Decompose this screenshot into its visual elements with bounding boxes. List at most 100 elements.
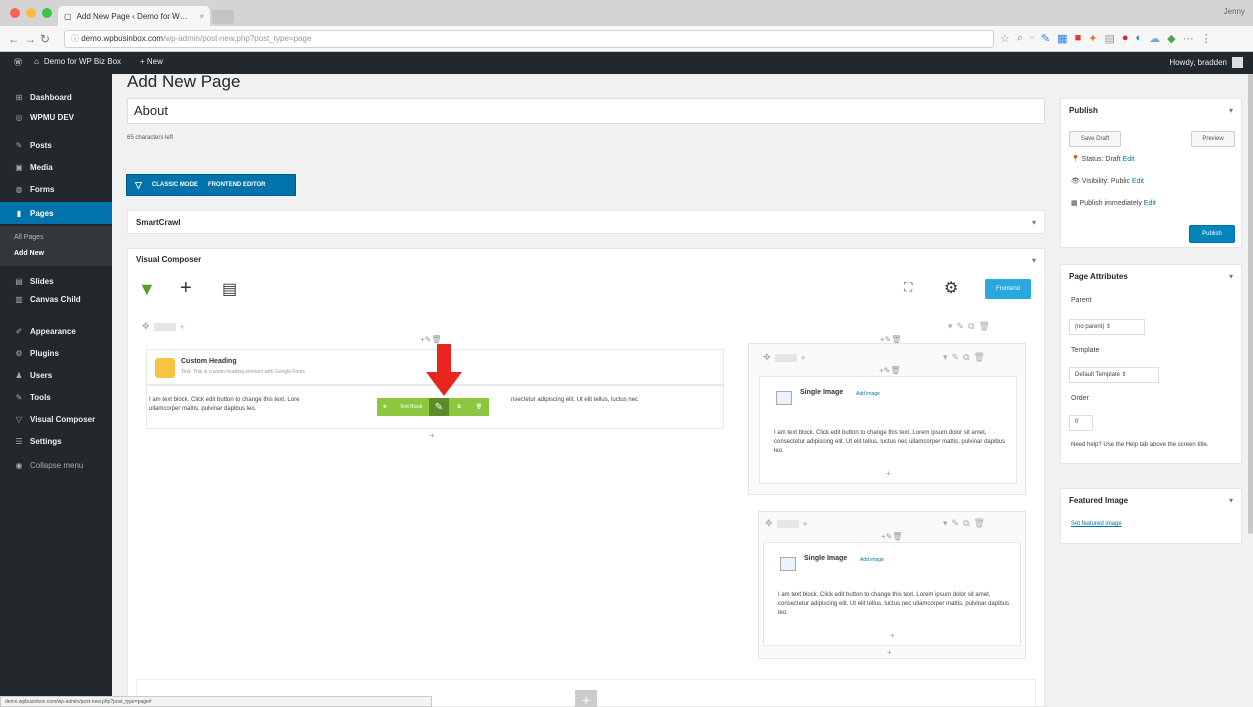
trash-icon[interactable]: 🗑 (974, 352, 985, 363)
copy-icon[interactable]: ⧉ (968, 321, 974, 332)
admin-bar-new[interactable]: + New (140, 57, 163, 66)
submenu-add-new[interactable]: Add New (14, 250, 44, 257)
single-image-element[interactable]: Single Image Add image I am text block. … (759, 376, 1017, 484)
gear-icon[interactable]: ⚙ (944, 278, 958, 298)
publish-button[interactable]: Publish (1189, 225, 1235, 243)
set-featured-image-link[interactable]: Set featured image (1071, 521, 1122, 527)
chevron-down-icon[interactable]: ▾ (943, 518, 948, 529)
chevron-down-icon[interactable]: ▾ (943, 352, 948, 363)
toggle-arrow-icon[interactable]: ▾ (1229, 272, 1233, 281)
new-tab-button[interactable] (212, 10, 234, 24)
address-bar[interactable]: ⓘ demo.wpbusinbox.com/wp-admin/post-new.… (64, 30, 994, 48)
single-image-element[interactable]: Single Image Add image I am text block. … (763, 542, 1021, 646)
trash-icon[interactable]: 🗑 (431, 335, 441, 344)
back-arrow-icon[interactable]: ← (8, 32, 20, 46)
add-image-link[interactable]: Add image (860, 557, 884, 563)
save-draft-button[interactable]: Save Draft (1069, 131, 1121, 147)
star-bookmark-icon[interactable]: ☆ (1000, 32, 1010, 45)
edit-status-link[interactable]: Edit (1123, 156, 1135, 163)
move-icon[interactable]: ✥ (142, 321, 150, 332)
smartcrawl-box[interactable]: SmartCrawl ▾ (127, 210, 1045, 234)
edit-date-link[interactable]: Edit (1144, 200, 1156, 207)
edit-visibility-link[interactable]: Edit (1132, 178, 1144, 185)
grid-extension-icon[interactable]: ▤ (1104, 32, 1114, 45)
page-scrollbar[interactable] (1248, 74, 1253, 534)
toggle-arrow-icon[interactable]: ▾ (1032, 218, 1036, 227)
sidebar-item-canvas-child[interactable]: ▥ Canvas Child (0, 288, 112, 310)
add-column-icon[interactable]: + (803, 519, 808, 529)
sidebar-item-wpmu-dev[interactable]: ◎ WPMU DEV (0, 106, 112, 128)
browser-tab[interactable]: ▢ Add New Page ‹ Demo for W… × (58, 6, 210, 26)
maximize-window-icon[interactable] (42, 8, 52, 18)
frontend-editor-button[interactable]: FRONTEND EDITOR (208, 182, 266, 188)
blue-extension-icon[interactable]: ◐ (1136, 32, 1143, 45)
add-row-button[interactable]: + (575, 690, 597, 707)
sidebar-item-posts[interactable]: ✎ Posts (0, 134, 112, 156)
column-layout-icon[interactable] (776, 519, 799, 528)
trash-icon[interactable]: 🗑 (892, 532, 902, 541)
minimize-window-icon[interactable] (26, 8, 36, 18)
edit-pencil-icon[interactable]: ✎ (429, 398, 449, 416)
sidebar-item-pages[interactable]: ▮ Pages (0, 202, 112, 224)
toggle-arrow-icon[interactable]: ▾ (1229, 106, 1233, 115)
add-element-below-icon[interactable]: + (886, 469, 891, 478)
copy-icon[interactable]: ⧉ (963, 352, 969, 363)
add-element-below-icon[interactable]: + (430, 431, 435, 440)
toggle-arrow-icon[interactable]: ▾ (1032, 256, 1036, 265)
pencil-icon[interactable]: ✎ (952, 352, 960, 363)
sidebar-item-tools[interactable]: ✎ Tools (0, 386, 112, 408)
post-title-input[interactable]: About (127, 98, 1045, 124)
fullscreen-icon[interactable]: ⛶ (904, 280, 912, 295)
pencil-extension-icon[interactable]: ✎ (1041, 32, 1050, 45)
reload-icon[interactable]: ↻ (40, 32, 50, 46)
more-extensions-icon[interactable]: ⋯ (1183, 32, 1194, 45)
sidebar-item-visual-composer[interactable]: ▽ Visual Composer (0, 408, 112, 430)
sidebar-item-media[interactable]: ▣ Media (0, 156, 112, 178)
column-layout-icon[interactable] (774, 353, 797, 362)
close-tab-icon[interactable]: × (199, 12, 204, 21)
column-layout-icon[interactable] (153, 322, 176, 331)
table-extension-icon[interactable]: ▦ (1057, 32, 1067, 45)
sidebar-item-forms[interactable]: ◍ Forms (0, 178, 112, 200)
forward-arrow-icon[interactable]: → (24, 32, 36, 46)
sidebar-item-dashboard[interactable]: ⊞ Dashboard (0, 86, 112, 108)
add-element-icon[interactable]: + (180, 277, 192, 300)
trash-icon[interactable]: 🗑 (979, 321, 990, 332)
move-icon[interactable]: ✥ (763, 352, 771, 363)
classic-mode-button[interactable]: CLASSIC MODE (152, 182, 198, 188)
lastpass-extension-icon[interactable]: ● (1122, 32, 1129, 45)
browser-profile-label[interactable]: Jenny (1224, 7, 1245, 16)
menu-kebab-icon[interactable]: ⋮ (1201, 32, 1212, 45)
order-input[interactable]: 0 (1069, 415, 1093, 431)
pencil-icon[interactable]: ✎ (957, 321, 965, 332)
delete-icon[interactable]: 🗑 (469, 398, 489, 416)
add-image-link[interactable]: Add image (856, 391, 880, 397)
green-extension-icon[interactable]: ◆ (1167, 32, 1175, 45)
admin-bar-account[interactable]: Howdy, bradden (1169, 57, 1243, 68)
add-element-column-icon[interactable]: + (887, 648, 892, 657)
chevron-down-icon[interactable]: ▾ (948, 321, 953, 332)
copy-icon[interactable]: ⧉ (963, 518, 969, 529)
add-element-below-icon[interactable]: + (890, 631, 895, 640)
cloud-extension-icon[interactable]: ☁ (1149, 32, 1160, 45)
search-icon[interactable]: ⌕ (1017, 32, 1023, 45)
toggle-arrow-icon[interactable]: ▾ (1229, 496, 1233, 505)
move-icon[interactable]: ✥ (377, 398, 393, 416)
red-extension-icon[interactable]: ■ (1075, 32, 1082, 45)
parent-select[interactable]: (no parent) ⇕ (1069, 319, 1145, 335)
extension-icon[interactable]: ▫ (1030, 32, 1034, 45)
sidebar-collapse-menu[interactable]: ◉ Collapse menu (0, 454, 112, 476)
clone-icon[interactable]: ⧉ (449, 398, 469, 416)
add-column-icon[interactable]: + (180, 322, 185, 332)
preview-button[interactable]: Preview (1191, 131, 1235, 147)
trash-icon[interactable]: 🗑 (890, 366, 900, 375)
templates-icon[interactable]: ▤ (222, 279, 237, 299)
pencil-icon[interactable]: ✎ (952, 518, 960, 529)
admin-bar-site[interactable]: ⌂ Demo for WP Biz Box (34, 57, 121, 66)
frontend-button[interactable]: Frontend (985, 279, 1031, 299)
trash-icon[interactable]: 🗑 (974, 518, 985, 529)
sidebar-item-users[interactable]: ♟ Users (0, 364, 112, 386)
sidebar-item-settings[interactable]: ☰ Settings (0, 430, 112, 452)
orange-extension-icon[interactable]: ✦ (1088, 32, 1097, 45)
wordpress-logo-icon[interactable]: Ⓦ (14, 57, 22, 68)
